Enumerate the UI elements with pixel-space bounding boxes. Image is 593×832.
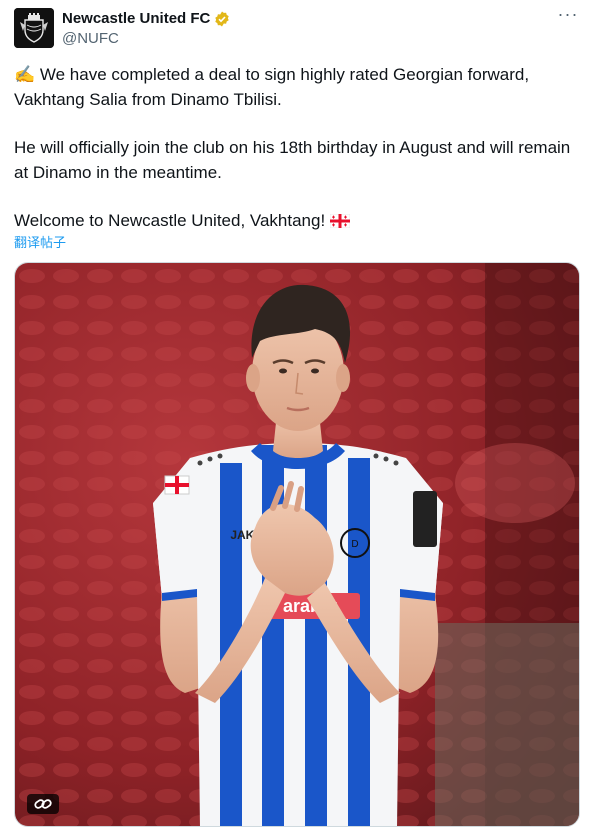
writing-hand-emoji: ✍️ <box>14 65 36 84</box>
avatar[interactable] <box>14 8 54 48</box>
tweet-paragraph-3: Welcome to Newcastle United, Vakhtang! <box>14 208 580 235</box>
georgia-flag-icon <box>329 210 351 235</box>
tweet-text: ✍️ We have completed a deal to sign high… <box>14 62 580 235</box>
player-applauding-photo: D JAKO arabet <box>15 263 579 826</box>
verified-badge-icon <box>214 11 230 27</box>
display-name[interactable]: Newcastle United FC <box>62 10 210 27</box>
tweet-paragraph-1: ✍️ We have completed a deal to sign high… <box>14 62 580 112</box>
link-icon <box>34 799 52 809</box>
link-button[interactable] <box>27 794 59 814</box>
more-dots-icon: ··· <box>557 4 579 24</box>
newcastle-crest-icon <box>14 8 54 48</box>
svg-text:D: D <box>351 539 358 550</box>
more-options-button[interactable]: ··· <box>557 5 579 28</box>
name-row: Newcastle United FC <box>62 10 230 27</box>
tweet-header: Newcastle United FC @NUFC ··· <box>14 5 579 52</box>
tweet-paragraph-2: He will officially join the club on his … <box>14 138 571 182</box>
handle[interactable]: @NUFC <box>62 30 119 47</box>
translate-post-link[interactable]: 翻译帖子 <box>14 232 66 251</box>
tweet-photo[interactable]: D JAKO arabet <box>14 262 580 827</box>
